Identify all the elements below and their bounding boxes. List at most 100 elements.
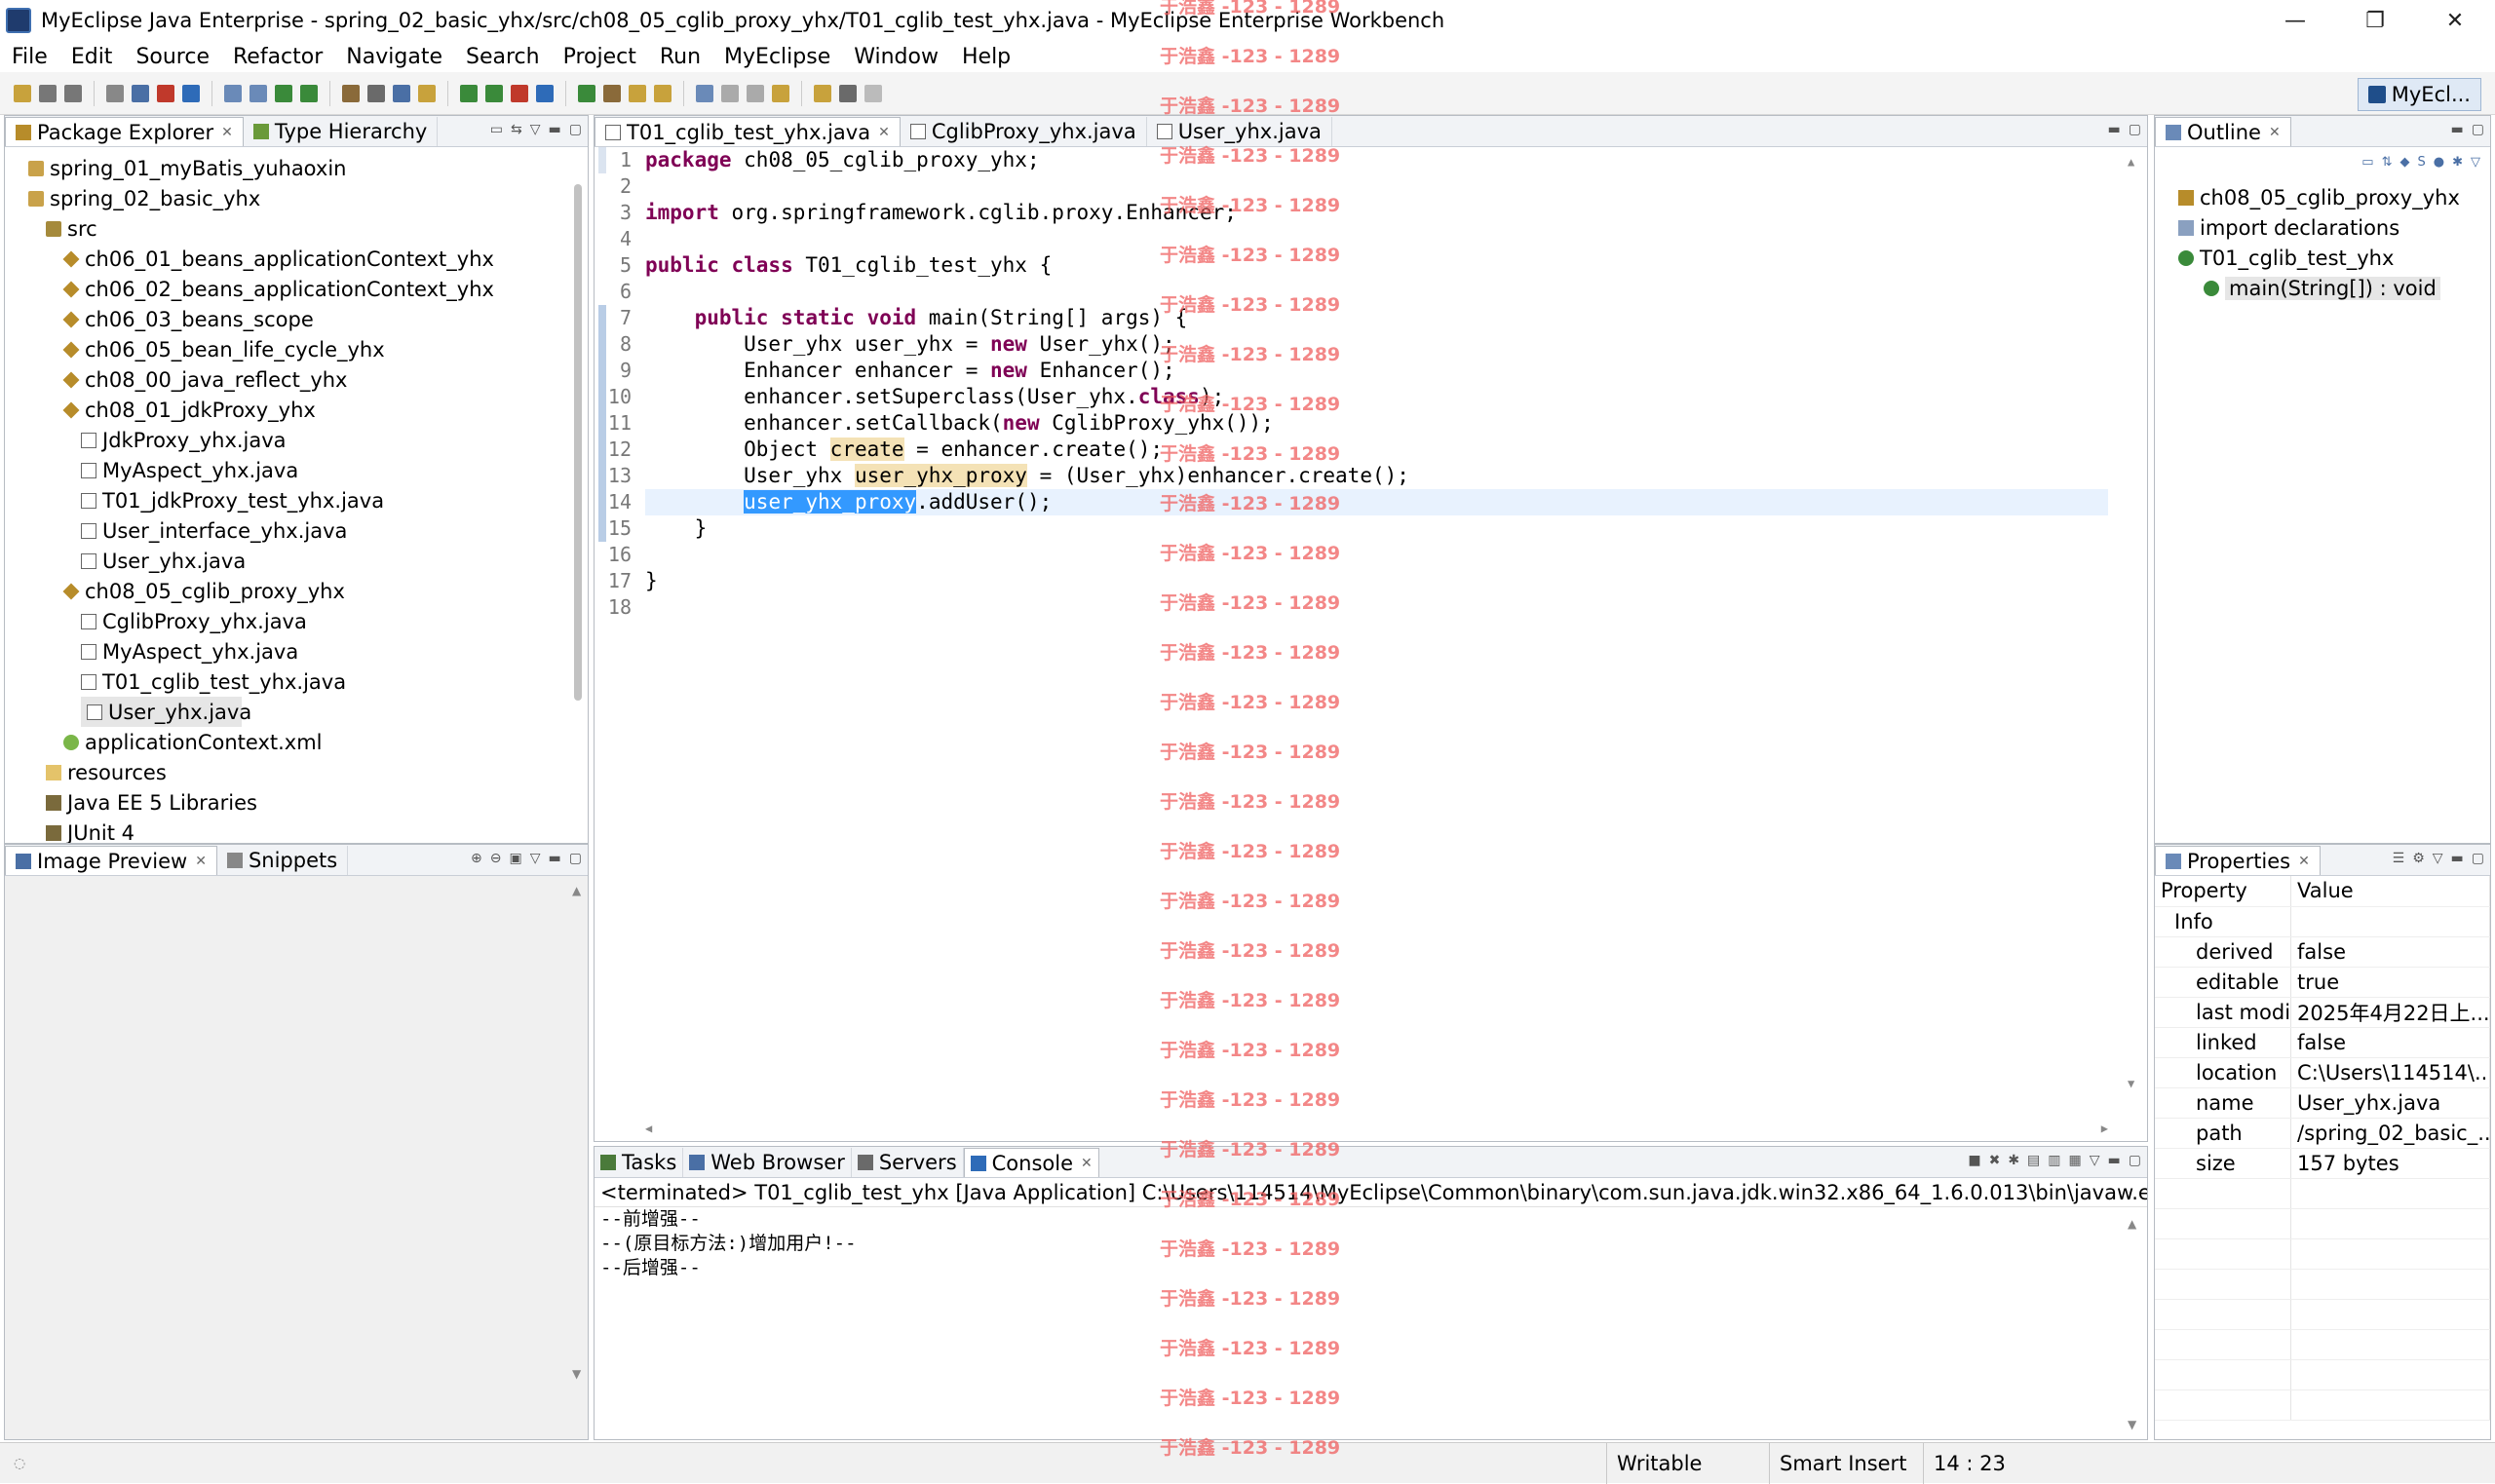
tree-item[interactable]: JdkProxy_yhx.java bbox=[5, 425, 588, 455]
maximize-view-icon[interactable]: ▢ bbox=[2129, 1153, 2141, 1168]
tab-servers[interactable]: Servers bbox=[852, 1148, 964, 1177]
code-line[interactable]: } bbox=[645, 515, 2108, 542]
view-menu-icon[interactable]: ▽ bbox=[2471, 155, 2480, 170]
tab-editor-user_yhx-java[interactable]: User_yhx.java bbox=[1147, 117, 1332, 146]
tab-editor-cglibproxy_yhx-java[interactable]: CglibProxy_yhx.java bbox=[901, 117, 1147, 146]
menu-item-help[interactable]: Help bbox=[950, 45, 1022, 69]
hide-static-icon[interactable]: S bbox=[2417, 155, 2425, 170]
property-empty-row[interactable] bbox=[2155, 1269, 2490, 1300]
outline-item[interactable]: import declarations bbox=[2155, 212, 2490, 243]
tree-item[interactable]: User_yhx.java bbox=[5, 546, 588, 576]
code-line[interactable]: ​ bbox=[645, 226, 2108, 252]
close-tab-icon[interactable]: ✕ bbox=[2269, 125, 2281, 140]
code-line[interactable]: ​ bbox=[645, 173, 2108, 200]
fit-icon[interactable]: ▣ bbox=[510, 851, 522, 866]
code-line[interactable]: ​ bbox=[645, 594, 2108, 621]
tree-item[interactable]: ch06_05_bean_life_cycle_yhx bbox=[5, 334, 588, 364]
code-line[interactable]: import org.springframework.cglib.proxy.E… bbox=[645, 200, 2108, 226]
toolbar-button-icon[interactable] bbox=[536, 84, 554, 102]
pin-console-icon[interactable]: ▥ bbox=[2048, 1153, 2060, 1168]
minimize-view-icon[interactable]: ▬ bbox=[549, 122, 561, 137]
toolbar-button-icon[interactable] bbox=[654, 84, 672, 102]
tree-item[interactable]: ch06_02_beans_applicationContext_yhx bbox=[5, 274, 588, 304]
tree-item[interactable]: User_interface_yhx.java bbox=[5, 515, 588, 546]
property-row[interactable]: last modi 2025年4月22日上... bbox=[2155, 997, 2490, 1028]
tab-outline[interactable]: Outline ✕ bbox=[2155, 117, 2291, 146]
code-line[interactable]: package ch08_05_cglib_proxy_yhx; bbox=[645, 147, 2108, 173]
code-area[interactable]: 1 2 3 4 5 6 7 8 9 10 11 12 13 14 15 16 17 18 package ch08… bbox=[595, 147, 2147, 1141]
zoom-out-icon[interactable]: ⊖ bbox=[490, 851, 502, 866]
code-line[interactable]: ​ bbox=[645, 279, 2108, 305]
menu-item-myeclipse[interactable]: MyEclipse bbox=[712, 45, 842, 69]
outline-item[interactable]: main(String[]) : void bbox=[2155, 273, 2490, 303]
remove-launch-icon[interactable]: ✖ bbox=[1989, 1153, 2001, 1168]
maximize-view-icon[interactable]: ▢ bbox=[2472, 122, 2484, 137]
code-line[interactable]: enhancer.setSuperclass(User_yhx.class); bbox=[645, 384, 2108, 410]
tree-item[interactable]: ch08_05_cglib_proxy_yhx bbox=[5, 576, 588, 606]
tab-tasks[interactable]: Tasks bbox=[595, 1148, 684, 1177]
clear-console-icon[interactable]: ✱ bbox=[2008, 1153, 2019, 1168]
outline-item[interactable]: ch08_05_cglib_proxy_yhx bbox=[2155, 182, 2490, 212]
maximize-view-icon[interactable]: ▢ bbox=[569, 122, 582, 137]
close-button[interactable]: ✕ bbox=[2415, 0, 2495, 41]
tree-item[interactable]: ch06_01_beans_applicationContext_yhx bbox=[5, 244, 588, 274]
property-row[interactable]: name User_yhx.java bbox=[2155, 1087, 2490, 1119]
hide-nonpublic-icon[interactable]: ● bbox=[2434, 155, 2444, 170]
editor-vscroll[interactable]: ▲ ▼ bbox=[2128, 155, 2139, 1090]
property-row[interactable]: derived false bbox=[2155, 936, 2490, 968]
minimize-view-icon[interactable]: ▬ bbox=[549, 851, 561, 866]
toolbar-button-icon[interactable] bbox=[275, 84, 292, 102]
properties-header-row[interactable]: Property Value bbox=[2155, 876, 2490, 907]
code-line[interactable]: enhancer.setCallback(new CglibProxy_yhx(… bbox=[645, 410, 2108, 437]
link-editor-icon[interactable]: ⇆ bbox=[511, 122, 522, 137]
toolbar-button-icon[interactable] bbox=[224, 84, 242, 102]
toolbar-button-icon[interactable] bbox=[39, 84, 57, 102]
outline-item[interactable]: T01_cglib_test_yhx bbox=[2155, 243, 2490, 273]
tree-item[interactable]: ch08_00_java_reflect_yhx bbox=[5, 364, 588, 395]
sort-icon[interactable]: ⇅ bbox=[2382, 155, 2393, 170]
console-vscroll[interactable]: ▲ ▼ bbox=[2128, 1217, 2139, 1431]
view-menu-icon[interactable]: ▽ bbox=[2433, 851, 2443, 866]
toolbar-button-icon[interactable] bbox=[839, 84, 857, 102]
code-line[interactable]: ​ bbox=[645, 542, 2108, 568]
toolbar-button-icon[interactable] bbox=[696, 84, 713, 102]
tree-item[interactable]: resources bbox=[5, 757, 588, 787]
toolbar-button-icon[interactable] bbox=[721, 84, 739, 102]
toolbar-button-icon[interactable] bbox=[418, 84, 436, 102]
toolbar-button-icon[interactable] bbox=[64, 84, 82, 102]
code-line[interactable]: Object create = enhancer.create(); bbox=[645, 437, 2108, 463]
tree-item[interactable]: T01_jdkProxy_test_yhx.java bbox=[5, 485, 588, 515]
toolbar-button-icon[interactable] bbox=[132, 84, 149, 102]
property-row[interactable]: linked false bbox=[2155, 1027, 2490, 1058]
tab-properties[interactable]: Properties ✕ bbox=[2155, 846, 2321, 875]
editor-hscroll[interactable]: ◀ ▶ bbox=[645, 1122, 2108, 1135]
toolbar-button-icon[interactable] bbox=[603, 84, 621, 102]
categories-icon[interactable]: ☰ bbox=[2393, 851, 2405, 866]
menu-item-search[interactable]: Search bbox=[454, 45, 552, 69]
toolbar-button-icon[interactable] bbox=[747, 84, 764, 102]
minimize-view-icon[interactable]: ▬ bbox=[2451, 122, 2464, 137]
tab-editor-t01_cglib_test_yhx-java[interactable]: T01_cglib_test_yhx.java ✕ bbox=[595, 117, 901, 146]
property-row[interactable]: editable true bbox=[2155, 967, 2490, 998]
tab-snippets[interactable]: Snippets bbox=[217, 846, 349, 875]
toolbar-button-icon[interactable] bbox=[250, 84, 267, 102]
menu-item-file[interactable]: File bbox=[0, 45, 59, 69]
maximize-view-icon[interactable]: ▢ bbox=[2472, 851, 2484, 866]
code-line[interactable]: User_yhx user_yhx_proxy = (User_yhx)enha… bbox=[645, 463, 2108, 489]
tab-image-preview[interactable]: Image Preview ✕ bbox=[5, 846, 217, 875]
code-line[interactable]: public static void main(String[] args) { bbox=[645, 305, 2108, 331]
toolbar-button-icon[interactable] bbox=[511, 84, 528, 102]
close-tab-icon[interactable]: ✕ bbox=[1081, 1156, 1093, 1171]
close-tab-icon[interactable]: ✕ bbox=[195, 854, 207, 869]
tree-item[interactable]: MyAspect_yhx.java bbox=[5, 455, 588, 485]
close-tab-icon[interactable]: ✕ bbox=[878, 125, 890, 140]
tree-item[interactable]: ch08_01_jdkProxy_yhx bbox=[5, 395, 588, 425]
tree-item[interactable]: src bbox=[5, 213, 588, 244]
property-empty-row[interactable] bbox=[2155, 1299, 2490, 1330]
open-console-icon[interactable]: ▦ bbox=[2069, 1153, 2082, 1168]
menu-item-run[interactable]: Run bbox=[648, 45, 712, 69]
restore-button[interactable]: ❐ bbox=[2335, 0, 2415, 41]
property-row[interactable]: location C:\Users\114514\... bbox=[2155, 1057, 2490, 1088]
tree-item[interactable]: spring_02_basic_yhx bbox=[5, 183, 588, 213]
maximize-view-icon[interactable]: ▢ bbox=[569, 851, 582, 866]
